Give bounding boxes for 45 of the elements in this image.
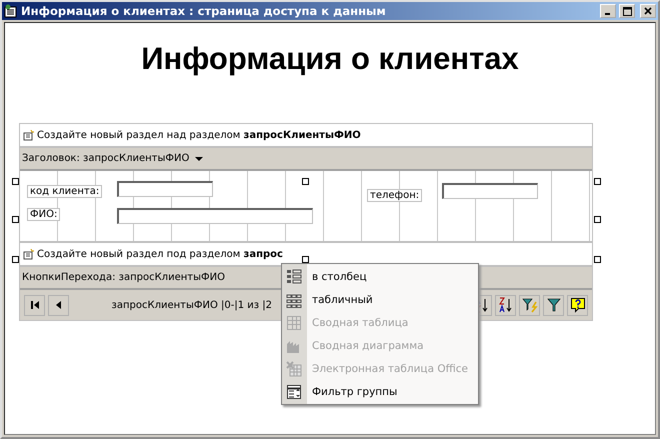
create-section-link[interactable]: Создайте новый раздел под разделом запрос <box>37 248 283 260</box>
create-section-link[interactable]: Создайте новый раздел над разделом запросКлиентыФИО <box>37 130 361 140</box>
previous-record-icon <box>54 300 64 310</box>
maximize-icon <box>622 6 632 16</box>
record-status: запросКлиентыФИО |0-|1 из |2 <box>110 300 272 310</box>
help-button[interactable] <box>567 294 588 316</box>
resize-handle[interactable] <box>12 256 19 263</box>
first-record-icon <box>30 300 40 310</box>
filter-button[interactable] <box>543 294 564 316</box>
close-icon <box>644 7 652 15</box>
page-heading: Информация о клиентах <box>140 41 520 77</box>
close-button[interactable] <box>640 4 656 18</box>
window-title: Информация о клиентах : страница доступа к данным <box>21 4 387 18</box>
previous-record-button[interactable] <box>48 294 69 316</box>
columnar-layout-icon <box>286 268 302 284</box>
header-band-label: Заголовок: запросКлиентыФИО <box>22 153 190 164</box>
field-label: ФИО: <box>27 208 60 221</box>
first-record-button[interactable] <box>24 294 45 316</box>
app-icon <box>4 4 18 18</box>
minimize-button[interactable] <box>600 4 616 18</box>
resize-handle[interactable] <box>594 216 601 223</box>
sort-descending-button[interactable] <box>495 294 516 316</box>
resize-handle[interactable] <box>302 178 309 185</box>
spreadsheet-icon <box>286 360 302 376</box>
menu-item[interactable]: табличный <box>282 288 478 311</box>
maximize-button[interactable] <box>619 4 635 18</box>
new-section-icon <box>23 248 34 260</box>
resize-handle[interactable] <box>594 178 601 185</box>
table-grid-icon <box>286 314 302 330</box>
input-field[interactable] <box>117 181 213 197</box>
resize-handle[interactable] <box>12 216 19 223</box>
new-section-icon <box>23 130 34 140</box>
navigation-band-label: КнопкиПерехода: запросКлиентыФИО <box>22 272 225 283</box>
field-label: код клиента: <box>27 185 102 198</box>
filter-by-selection-button[interactable] <box>519 294 540 316</box>
input-field[interactable] <box>117 208 313 224</box>
resize-handle[interactable] <box>12 178 19 185</box>
tabular-layout-icon <box>286 292 302 308</box>
input-field[interactable] <box>442 183 538 199</box>
resize-handle[interactable] <box>594 256 601 263</box>
group-filter-icon <box>286 384 302 400</box>
menu-item[interactable]: Фильтр группы <box>282 380 478 403</box>
resize-handle[interactable] <box>302 256 309 263</box>
menu-item[interactable]: в столбец <box>282 265 478 288</box>
field-label: телефон: <box>367 189 422 202</box>
